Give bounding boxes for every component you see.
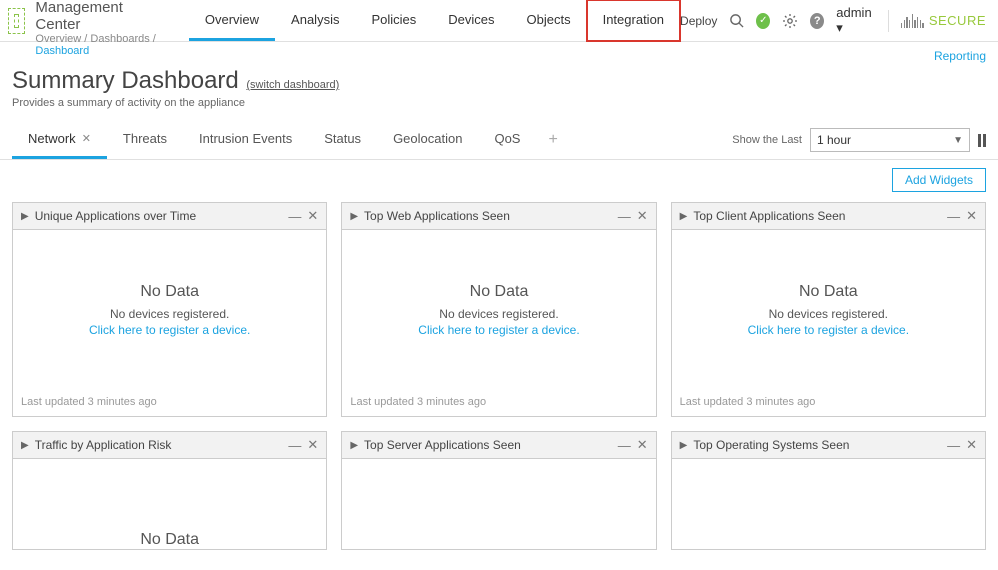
last-updated-label: Last updated 3 minutes ago [13, 390, 326, 416]
caret-right-icon[interactable]: ▶ [21, 440, 29, 451]
caret-right-icon[interactable]: ▶ [680, 440, 688, 451]
caret-right-icon[interactable]: ▶ [21, 211, 29, 222]
no-data-label: No Data [140, 283, 199, 301]
nav-objects[interactable]: Objects [511, 0, 587, 41]
breadcrumb-seg-dashboard[interactable]: Dashboard [35, 45, 89, 57]
page-title: Summary Dashboard [12, 67, 239, 94]
cisco-secure-logo: SECURE [901, 13, 986, 28]
close-icon[interactable]: ✕ [82, 132, 91, 145]
register-device-link[interactable]: Click here to register a device. [748, 323, 909, 337]
widget-top-web-apps: ▶ Top Web Applications Seen — ✕ No Data … [341, 202, 656, 417]
close-icon[interactable]: ✕ [637, 437, 648, 453]
register-device-link[interactable]: Click here to register a device. [89, 323, 250, 337]
nav-analysis[interactable]: Analysis [275, 0, 355, 41]
breadcrumb: Overview / Dashboards / Dashboard [35, 33, 158, 57]
last-updated-label: Last updated 3 minutes ago [672, 390, 985, 416]
last-updated-label: Last updated 3 minutes ago [342, 390, 655, 416]
widget-title: Top Client Applications Seen [693, 209, 845, 223]
tab-threats[interactable]: Threats [107, 121, 183, 159]
time-range-select[interactable]: 1 hour ▼ [810, 128, 970, 152]
close-icon[interactable]: ✕ [307, 437, 318, 453]
close-icon[interactable]: ✕ [966, 208, 977, 224]
widget-title: Top Operating Systems Seen [693, 438, 849, 452]
pause-icon[interactable] [978, 134, 986, 147]
caret-right-icon[interactable]: ▶ [350, 211, 358, 222]
no-devices-label: No devices registered. [769, 307, 888, 321]
nav-devices[interactable]: Devices [432, 0, 510, 41]
widget-traffic-risk: ▶ Traffic by Application Risk — ✕ No Dat… [12, 431, 327, 550]
minimize-icon[interactable]: — [947, 209, 960, 224]
show-last-label: Show the Last [732, 134, 802, 146]
user-menu[interactable]: admin ▾ [836, 5, 876, 36]
gear-icon[interactable] [782, 13, 798, 29]
no-data-label: No Data [799, 283, 858, 301]
nav-integration[interactable]: Integration [587, 0, 680, 41]
widget-top-server-apps: ▶ Top Server Applications Seen — ✕ [341, 431, 656, 550]
no-devices-label: No devices registered. [439, 307, 558, 321]
tab-network[interactable]: Network ✕ [12, 121, 107, 159]
cisco-bars-icon [901, 14, 924, 28]
widget-top-client-apps: ▶ Top Client Applications Seen — ✕ No Da… [671, 202, 986, 417]
caret-right-icon[interactable]: ▶ [680, 211, 688, 222]
nav-policies[interactable]: Policies [355, 0, 432, 41]
main-nav: Overview Analysis Policies Devices Objec… [189, 0, 680, 41]
close-icon[interactable]: ✕ [966, 437, 977, 453]
minimize-icon[interactable]: — [288, 438, 301, 453]
minimize-icon[interactable]: — [288, 209, 301, 224]
status-ok-icon[interactable]: ✓ [756, 13, 770, 29]
brand-logo-icon [8, 8, 25, 34]
tab-qos[interactable]: QoS [478, 121, 536, 159]
minimize-icon[interactable]: — [618, 209, 631, 224]
deploy-button[interactable]: Deploy [680, 14, 717, 28]
switch-dashboard-link[interactable]: (switch dashboard) [246, 79, 339, 91]
nav-overview[interactable]: Overview [189, 0, 275, 41]
tab-status[interactable]: Status [308, 121, 377, 159]
widget-top-os: ▶ Top Operating Systems Seen — ✕ [671, 431, 986, 550]
widget-unique-apps: ▶ Unique Applications over Time — ✕ No D… [12, 202, 327, 417]
brand-title: Firewall Management Center [35, 0, 158, 33]
close-icon[interactable]: ✕ [637, 208, 648, 224]
no-data-label: No Data [470, 283, 529, 301]
no-data-label: No Data [140, 531, 199, 549]
widget-title: Top Web Applications Seen [364, 209, 510, 223]
close-icon[interactable]: ✕ [307, 208, 318, 224]
time-range-value: 1 hour [817, 133, 851, 147]
breadcrumb-seg-dashboards[interactable]: Dashboards [90, 33, 149, 45]
no-devices-label: No devices registered. [110, 307, 229, 321]
reporting-link[interactable]: Reporting [934, 49, 986, 63]
register-device-link[interactable]: Click here to register a device. [418, 323, 579, 337]
minimize-icon[interactable]: — [618, 438, 631, 453]
breadcrumb-seg-overview[interactable]: Overview [35, 33, 81, 45]
page-description: Provides a summary of activity on the ap… [0, 97, 998, 121]
tab-intrusion[interactable]: Intrusion Events [183, 121, 308, 159]
help-icon[interactable]: ? [810, 13, 824, 29]
widget-title: Unique Applications over Time [35, 209, 196, 223]
divider [888, 10, 889, 32]
secure-label: SECURE [929, 13, 986, 28]
add-widgets-button[interactable]: Add Widgets [892, 168, 986, 192]
caret-right-icon[interactable]: ▶ [350, 440, 358, 451]
search-icon[interactable] [729, 13, 744, 28]
add-tab-button[interactable]: + [536, 131, 569, 149]
minimize-icon[interactable]: — [947, 438, 960, 453]
widget-title: Top Server Applications Seen [364, 438, 521, 452]
chevron-down-icon: ▼ [953, 135, 963, 146]
tab-geolocation[interactable]: Geolocation [377, 121, 478, 159]
tab-network-label: Network [28, 131, 76, 146]
widget-title: Traffic by Application Risk [35, 438, 172, 452]
